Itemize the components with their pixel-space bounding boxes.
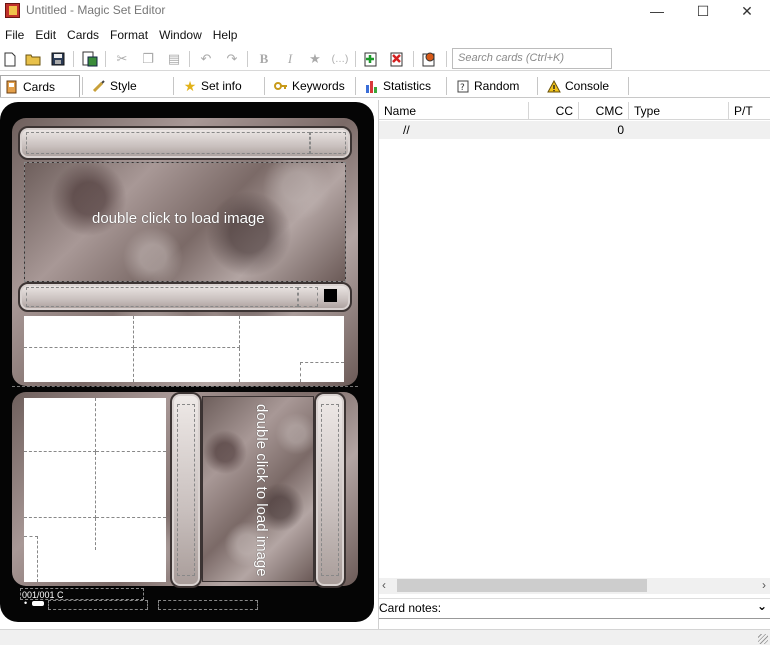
rarity-symbol [324,289,337,302]
card-name-box[interactable] [18,126,352,160]
tab-label: Style [110,79,137,93]
key-icon [274,79,288,93]
horizontal-scrollbar[interactable]: ‹ › [379,578,770,594]
column-header-name[interactable]: Name [379,102,529,120]
scroll-left-icon[interactable]: ‹ [382,578,386,593]
card-type-box[interactable] [18,282,352,312]
tab-label: Statistics [383,79,432,93]
card-list-header: Name CC CMC Type P/T [379,102,770,120]
tab-statistics[interactable]: Statistics [361,75,445,97]
secondary-art-placeholder-text: double click to load image [253,404,270,577]
menu-edit[interactable]: Edit [30,26,62,44]
add-card-icon[interactable] [362,50,380,68]
card-list-panel: Name CC CMC Type P/T // 0 ‹ › Card notes… [378,100,770,630]
open-folder-icon[interactable] [24,50,42,68]
tab-label: Set info [201,79,242,93]
reminder-text-icon[interactable]: (…) [331,50,349,68]
card-notes-input[interactable] [379,618,770,626]
row-name: // [403,123,410,137]
tab-label: Keywords [292,79,345,93]
scrollbar-thumb[interactable] [397,579,647,592]
tab-label: Random [474,79,520,93]
tab-set-info[interactable]: ★ Set info [179,75,263,97]
random-icon: ? [456,79,470,93]
search-input[interactable]: Search cards (Ctrl+K) [452,48,612,69]
symbol-icon[interactable]: ★ [306,50,324,68]
card-frame: double click to load image double click … [0,102,374,622]
menu-help[interactable]: Help [208,26,244,44]
app-icon [5,3,20,18]
scroll-right-icon[interactable]: › [762,578,766,593]
cut-icon[interactable]: ✂ [113,50,131,68]
window-title: Untitled - Magic Set Editor [26,3,166,17]
card-notes-bar: Card notes: ⌄ [379,598,770,616]
title-bar: Untitled - Magic Set Editor — ☐ ✕ [0,0,770,22]
tab-console[interactable]: Console [543,75,627,97]
column-header-type[interactable]: Type [629,102,729,120]
brush-icon [32,601,44,606]
tab-style[interactable]: Style [88,75,172,97]
star-icon: ★ [183,77,197,94]
chevron-down-icon[interactable]: ⌄ [757,599,767,613]
close-button[interactable]: ✕ [724,0,770,22]
table-row[interactable]: // 0 [379,121,770,139]
menu-cards[interactable]: Cards [62,26,105,44]
menu-file[interactable]: File [0,26,30,44]
bold-icon[interactable]: B [255,50,273,68]
paste-icon[interactable]: ▤ [165,50,183,68]
rotate-card-icon[interactable] [420,50,438,68]
menu-bar: File Edit Cards Format Window Help [0,26,770,44]
brush-icon [92,79,106,93]
tab-label: Cards [23,79,56,94]
remove-card-icon[interactable] [388,50,406,68]
tab-cards[interactable]: Cards [0,75,80,97]
tab-label: Console [565,79,610,93]
maximize-button[interactable]: ☐ [680,0,726,22]
copy-icon[interactable]: ❐ [139,50,157,68]
resize-grip-icon[interactable] [758,634,768,644]
tab-keywords[interactable]: Keywords [270,75,354,97]
italic-icon[interactable]: I [281,50,299,68]
export-icon[interactable] [81,50,99,68]
minimize-button[interactable]: — [634,0,680,22]
secondary-name-box[interactable] [170,392,202,588]
column-header-pt[interactable]: P/T [729,102,770,120]
bar-chart-icon [365,79,379,93]
status-bar [0,629,770,645]
rules-text-box[interactable] [24,316,344,382]
redo-icon[interactable]: ↷ [223,50,241,68]
secondary-type-box[interactable] [314,392,346,588]
menu-window[interactable]: Window [154,26,208,44]
tab-bar: Cards Style ★ Set info Keywords Statisti… [0,73,770,98]
toolbar: ✂ ❐ ▤ ↶ ↷ B I ★ (…) Search cards (Ctrl+K… [0,46,770,71]
card-notes-label: Card notes: [379,601,442,615]
art-placeholder-text: double click to load image [92,210,265,227]
menu-format[interactable]: Format [105,26,154,44]
card-editor-panel: double click to load image double click … [0,100,375,630]
column-header-cc[interactable]: CC [529,102,579,120]
new-set-icon[interactable] [1,50,19,68]
cards-icon [5,80,19,94]
warning-icon [547,79,561,93]
row-cmc: 0 [617,123,624,137]
save-icon[interactable] [49,50,67,68]
undo-icon[interactable]: ↶ [197,50,215,68]
tab-random[interactable]: ? Random [452,75,536,97]
secondary-text-box[interactable] [24,398,166,582]
column-header-cmc[interactable]: CMC [579,102,629,120]
svg-text:?: ? [460,83,465,93]
